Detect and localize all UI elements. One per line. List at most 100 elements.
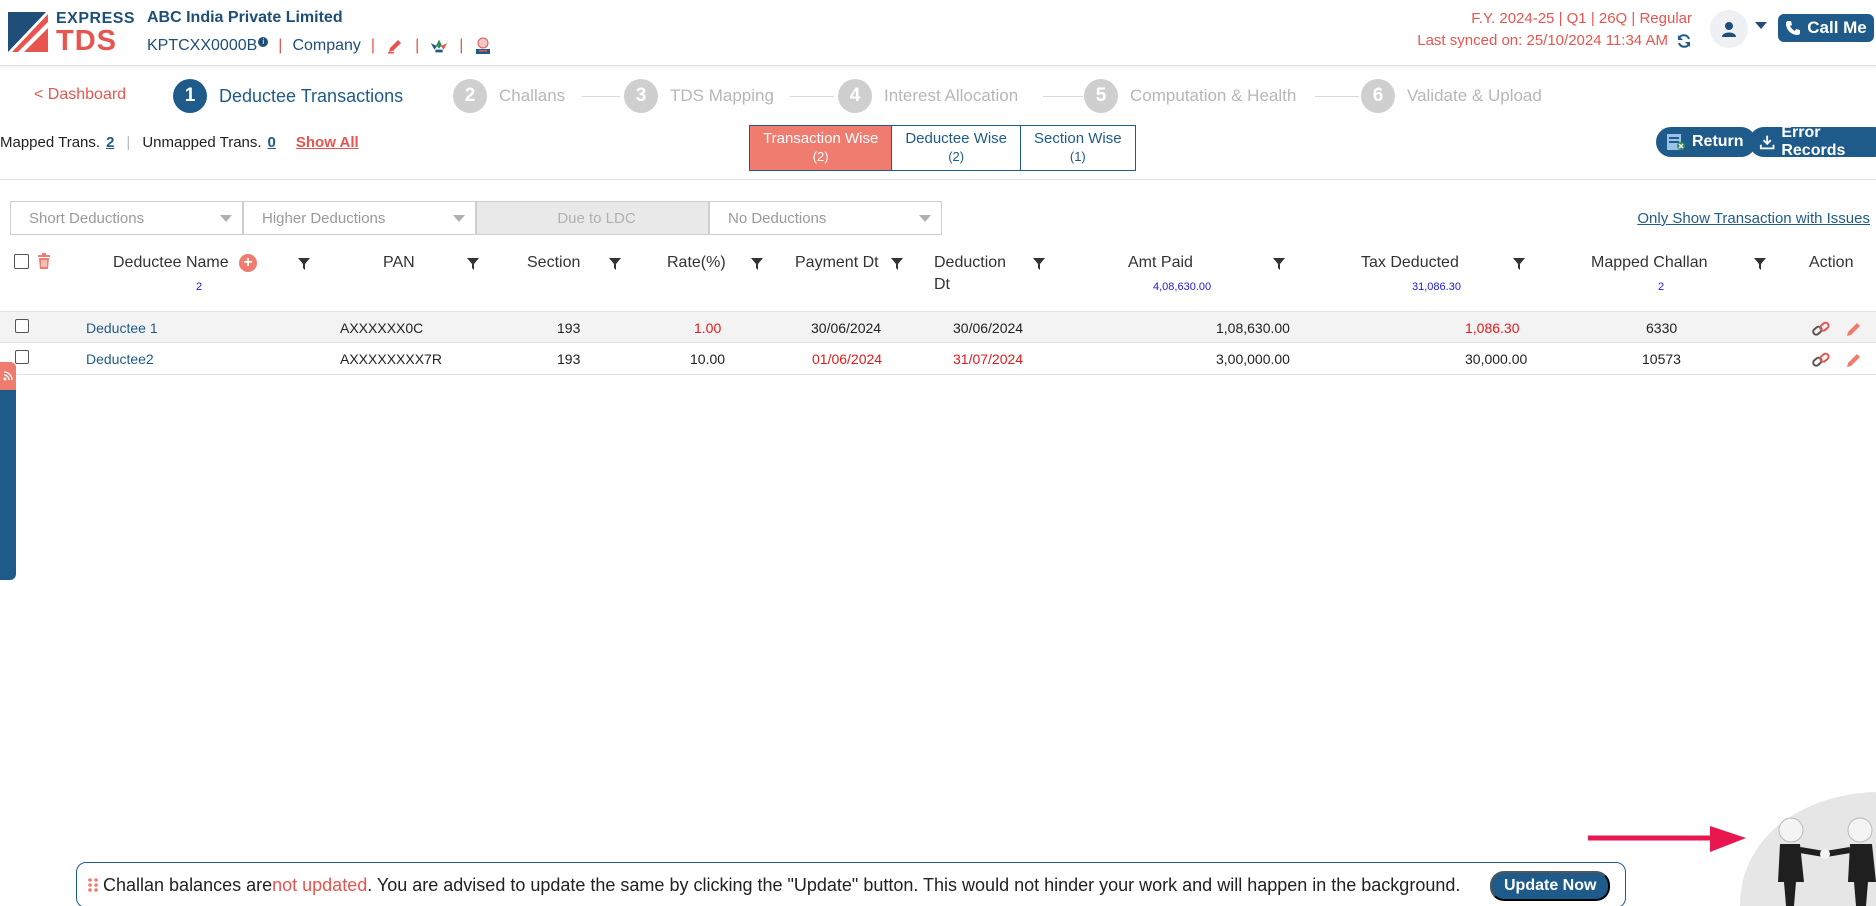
emblem-icon[interactable] — [429, 36, 449, 56]
step-number: 5 — [1084, 79, 1118, 113]
step-tds-mapping[interactable]: 3 TDS Mapping — [624, 79, 774, 113]
filter-icon[interactable] — [609, 258, 621, 270]
separator: | — [459, 37, 464, 54]
deductee-count: 2 — [196, 281, 203, 293]
update-now-button[interactable]: Update Now — [1490, 871, 1611, 901]
express-tds-logo[interactable]: EXPRESS TDS — [8, 8, 135, 57]
step-connector — [582, 96, 620, 97]
logo-mark-icon — [8, 12, 48, 52]
separator: | — [370, 37, 376, 54]
banner-text-pre: Challan balances are — [103, 874, 273, 895]
step-validate-upload[interactable]: 6 Validate & Upload — [1361, 79, 1542, 113]
col-action: Action — [1809, 254, 1854, 271]
step-label: TDS Mapping — [670, 86, 774, 105]
show-all-link[interactable]: Show All — [296, 134, 359, 151]
select-value: Short Deductions — [29, 209, 145, 227]
select-value: Due to LDC — [557, 209, 636, 227]
step-deductee-transactions[interactable]: 1 Deductee Transactions — [173, 79, 403, 113]
feed-icon[interactable] — [0, 362, 16, 390]
filter-icon[interactable] — [1754, 258, 1766, 270]
section-cell: 193 — [557, 320, 581, 336]
no-deductions-select[interactable]: No Deductions — [709, 201, 942, 235]
filter-icon[interactable] — [1513, 258, 1525, 270]
step-number: 3 — [624, 79, 658, 113]
feedback-side-tab[interactable] — [0, 362, 16, 580]
row-checkbox[interactable] — [15, 319, 29, 333]
tab-transaction-wise[interactable]: Transaction Wise (2) — [750, 126, 893, 170]
edit-icon[interactable] — [1845, 351, 1863, 369]
mapped-count-link[interactable]: 2 — [106, 134, 114, 151]
error-records-button[interactable]: Error Records — [1749, 124, 1876, 159]
rate-cell: 10.00 — [690, 351, 726, 367]
step-label: Challans — [499, 86, 566, 105]
filter-icon[interactable] — [467, 258, 479, 270]
tax-deducted-total: 31,086.30 — [1412, 281, 1461, 293]
edit-icon[interactable] — [1845, 320, 1863, 338]
deductee-name-link[interactable]: Deductee2 — [86, 351, 154, 367]
filter-icon[interactable] — [1273, 258, 1285, 270]
excel-return-icon — [1667, 134, 1685, 150]
short-deductions-select[interactable]: Short Deductions — [10, 201, 243, 235]
call-me-label: Call Me — [1807, 18, 1867, 37]
edit-company-icon[interactable] — [385, 36, 405, 56]
col-pan: PAN — [383, 254, 415, 271]
filter-icon[interactable] — [751, 258, 763, 270]
error-records-label: Error Records — [1781, 124, 1846, 159]
step-number: 1 — [173, 79, 207, 113]
traces-icon[interactable] — [473, 36, 493, 56]
step-connector — [790, 96, 834, 97]
info-icon[interactable]: i — [258, 37, 269, 47]
amt-paid-total: 4,08,630.00 — [1153, 281, 1212, 293]
user-icon — [1722, 22, 1736, 37]
last-synced: Last synced on: 25/10/2024 11:34 AM — [1417, 32, 1692, 49]
tab-section-wise[interactable]: Section Wise (1) — [1021, 126, 1135, 170]
mapping-summary: Mapped Trans. 2 | Unmapped Trans. 0 Show… — [0, 134, 359, 151]
return-button[interactable]: Return — [1656, 127, 1756, 157]
step-computation-health[interactable]: 5 Computation & Health — [1084, 79, 1296, 113]
step-interest-allocation[interactable]: 4 Interest Allocation — [838, 79, 1018, 113]
col-rate: Rate(%) — [667, 254, 726, 271]
tax-deducted-cell: 30,000.00 — [1465, 351, 1528, 367]
deductee-name-link[interactable]: Deductee 1 — [86, 320, 158, 336]
col-deductee-name: Deductee Name — [113, 254, 229, 271]
tan-number: KPTCXX0000B i — [147, 37, 269, 55]
drag-handle-icon — [88, 878, 98, 892]
step-label: Validate & Upload — [1407, 86, 1542, 105]
step-challans[interactable]: 2 Challans — [453, 79, 565, 113]
deduction-dt-cell: 31/07/2024 — [953, 351, 1024, 367]
select-all-checkbox[interactable] — [14, 254, 29, 269]
chevron-down-icon[interactable] — [1755, 22, 1767, 29]
table-row[interactable]: Deductee2 AXXXXXXXX7R 193 10.00 01/06/20… — [0, 343, 1876, 375]
filter-icon[interactable] — [1033, 258, 1045, 270]
payment-dt-cell: 01/06/2024 — [812, 351, 883, 367]
link-challan-icon[interactable] — [1811, 351, 1831, 369]
higher-deductions-select[interactable]: Higher Deductions — [243, 201, 476, 235]
challan-update-banner: Challan balances are not updated. You ar… — [76, 862, 1626, 906]
chevron-down-icon — [919, 214, 931, 222]
add-deductee-button[interactable]: + — [239, 254, 257, 272]
step-connector — [1043, 96, 1083, 97]
tab-deductee-wise[interactable]: Deductee Wise (2) — [892, 126, 1022, 170]
tab-count: (1) — [1069, 149, 1086, 164]
pan-cell: AXXXXXXXX7R — [340, 351, 442, 367]
filter-icon[interactable] — [298, 258, 310, 270]
link-challan-icon[interactable] — [1811, 320, 1831, 338]
tab-label: Transaction Wise — [763, 130, 879, 147]
last-synced-text: Last synced on: 25/10/2024 11:34 AM — [1417, 32, 1668, 49]
table-row[interactable]: Deductee 1 AXXXXXX0C 193 1.00 30/06/2024… — [0, 311, 1876, 343]
dashboard-link[interactable]: < Dashboard — [34, 86, 126, 104]
unmapped-count-link[interactable]: 0 — [268, 134, 276, 151]
trash-icon[interactable] — [36, 252, 52, 270]
separator: | — [278, 37, 283, 54]
phone-icon — [1786, 21, 1801, 35]
only-show-issues-link[interactable]: Only Show Transaction with Issues — [1637, 210, 1870, 227]
user-avatar[interactable] — [1710, 10, 1748, 48]
row-checkbox[interactable] — [15, 350, 29, 364]
select-value: Higher Deductions — [262, 209, 386, 227]
filter-icon[interactable] — [891, 258, 903, 270]
mapped-challan-cell: 6330 — [1646, 320, 1678, 336]
call-me-button[interactable]: Call Me — [1778, 14, 1874, 42]
fy-quarter-info: F.Y. 2024-25 | Q1 | 26Q | Regular — [1471, 10, 1692, 27]
deduction-filters: Short Deductions Higher Deductions Due t… — [10, 201, 942, 235]
refresh-icon[interactable] — [1676, 33, 1692, 49]
